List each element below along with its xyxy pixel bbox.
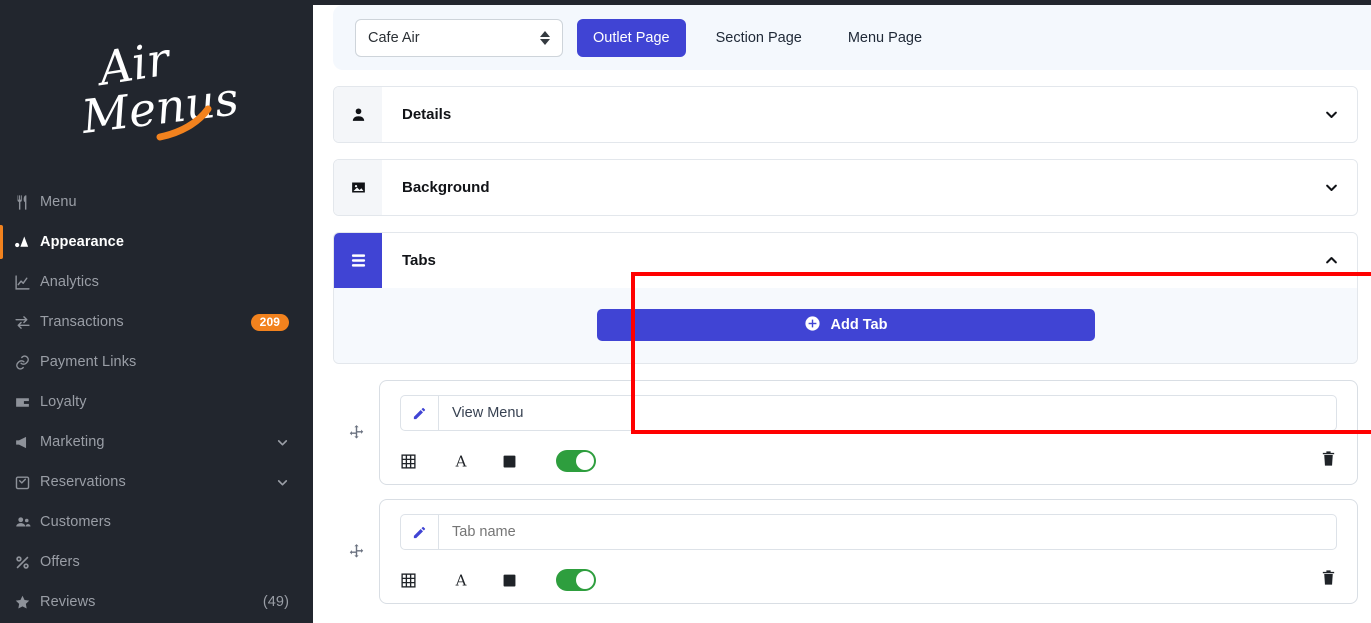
chart-line-icon [14,274,40,291]
color-swatch-icon[interactable] [502,454,552,469]
tab-name-input[interactable] [438,514,1337,550]
tab-enabled-toggle[interactable] [556,569,596,591]
sidebar-item-label: Analytics [40,274,99,290]
outlet-select-value: Cafe Air [368,29,420,46]
tabs-panel-body: Add Tab [334,288,1357,363]
delete-tab-icon[interactable] [1320,450,1337,472]
chevron-down-icon[interactable] [1305,160,1357,215]
brand-logo[interactable]: Air Menus [0,0,313,180]
delete-tab-icon[interactable] [1320,569,1337,591]
color-swatch-icon[interactable] [502,573,552,588]
section-card-tabs: Tabs Add Tab [333,232,1358,364]
tab-tools: A [400,450,1337,472]
sidebar-item-label: Transactions [40,314,124,330]
sidebar-item-transactions[interactable]: Transactions 209 [0,302,313,342]
accordion-list: Details Background Tabs Add Tab View Men… [333,86,1371,604]
hamburger-icon [334,233,382,288]
transactions-badge: 209 [250,313,289,331]
page-toolbar: Cafe Air Outlet Page Section Page Menu P… [333,5,1371,70]
sidebar-item-analytics[interactable]: Analytics [0,262,313,302]
sidebar-item-label: Payment Links [40,354,137,370]
star-icon [14,594,40,611]
sidebar-item-label: Loyalty [40,394,87,410]
outlet-select[interactable]: Cafe Air [355,18,563,57]
sidebar-item-payment-links[interactable]: Payment Links [0,342,313,382]
tab-section-page[interactable]: Section Page [700,19,818,57]
add-tab-button[interactable]: Add Tab [596,309,1095,341]
person-icon [334,87,382,142]
tab-name-input[interactable] [438,395,1337,431]
text-format-icon[interactable]: A [452,452,502,470]
tab-name-field [400,395,1337,431]
select-arrows-icon [540,30,550,45]
chevron-up-icon[interactable] [1305,233,1357,288]
percent-icon [14,554,40,571]
move-handle-icon[interactable] [333,424,379,441]
sidebar-item-offers[interactable]: Offers [0,542,313,582]
palette-icon [14,234,40,251]
sidebar-item-label: Appearance [40,234,125,250]
move-handle-icon[interactable] [333,543,379,560]
tab-item-row: A [333,380,1371,485]
sidebar-item-marketing[interactable]: Marketing [0,422,313,462]
sidebar: Air Menus Menu Appearance Analytics Tran… [0,0,313,623]
pencil-icon[interactable] [400,395,438,431]
megaphone-icon [14,434,40,451]
grid-icon[interactable] [400,453,452,470]
tab-menu-page[interactable]: Menu Page [832,19,938,57]
tab-name-field [400,514,1337,550]
tab-card: A [379,499,1358,604]
plus-circle-icon [804,315,821,336]
cutlery-icon [14,194,40,211]
tab-item-row: A [333,499,1371,604]
tab-enabled-toggle[interactable] [556,450,596,472]
sidebar-item-label: Reviews [40,594,96,610]
sidebar-item-customers[interactable]: Customers [0,502,313,542]
sidebar-item-label: Marketing [40,434,105,450]
reviews-count: (49) [262,594,289,610]
app-root: Air Menus Menu Appearance Analytics Tran… [0,0,1371,623]
text-format-icon[interactable]: A [452,571,502,589]
sidebar-item-label: Menu [40,194,77,210]
grid-icon[interactable] [400,572,452,589]
svg-text:A: A [455,452,467,470]
wallet-icon [14,394,40,411]
main-content: Cafe Air Outlet Page Section Page Menu P… [313,0,1371,623]
calendar-check-icon [14,474,40,491]
chevron-down-icon [276,476,289,489]
image-icon [334,160,382,215]
sidebar-item-label: Offers [40,554,80,570]
sidebar-item-menu[interactable]: Menu [0,182,313,222]
air-menus-logo-mark: Air Menus [72,33,242,153]
window-top-strip [313,0,1371,5]
section-card-background: Background [333,159,1358,216]
svg-text:A: A [455,571,467,589]
section-header-details[interactable]: Details [334,87,1357,142]
sidebar-item-label: Customers [40,514,111,530]
sidebar-item-appearance[interactable]: Appearance [0,222,313,262]
section-title: Details [402,106,452,123]
tab-outlet-page[interactable]: Outlet Page [577,18,686,57]
tab-card: A [379,380,1358,485]
sidebar-item-reservations[interactable]: Reservations [0,462,313,502]
section-title: Background [402,179,490,196]
section-card-details: Details [333,86,1358,143]
section-title: Tabs [402,252,436,269]
sidebar-item-reviews[interactable]: Reviews (49) [0,582,313,622]
tab-tools: A [400,569,1337,591]
section-header-tabs[interactable]: Tabs [334,233,1357,288]
exchange-icon [14,314,40,331]
toggle-knob [576,452,594,470]
sidebar-nav: Menu Appearance Analytics Transactions 2… [0,180,313,622]
sidebar-item-loyalty[interactable]: Loyalty [0,382,313,422]
section-header-background[interactable]: Background [334,160,1357,215]
chevron-down-icon [276,436,289,449]
sidebar-item-label: Reservations [40,474,126,490]
pencil-icon[interactable] [400,514,438,550]
link-icon [14,354,40,371]
add-tab-label: Add Tab [830,317,888,333]
users-icon [14,513,40,531]
toggle-knob [576,571,594,589]
chevron-down-icon[interactable] [1305,87,1357,142]
